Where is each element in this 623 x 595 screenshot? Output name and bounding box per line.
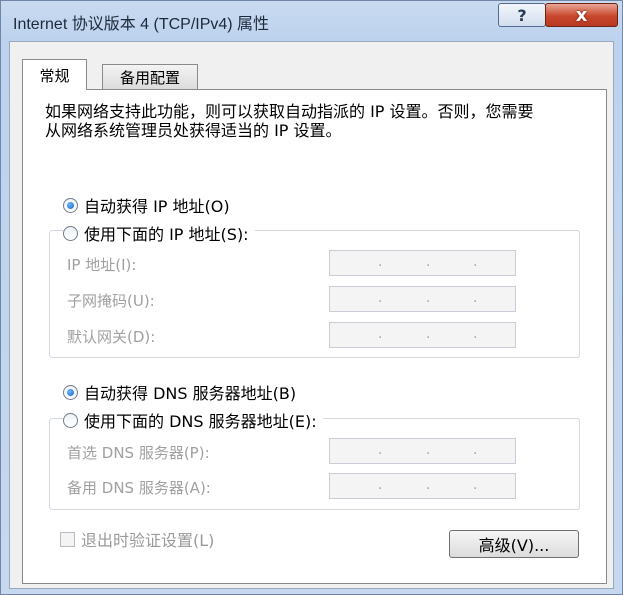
radio-manual-ip-circle[interactable]	[63, 225, 78, 241]
title-bar[interactable]: Internet 协议版本 4 (TCP/IPv4) 属性 ? x	[1, 1, 622, 41]
tab-general-label: 常规	[39, 66, 70, 85]
radio-selected-dot	[67, 388, 74, 396]
radio-auto-ip-circle[interactable]	[63, 197, 78, 213]
close-icon: x	[575, 4, 588, 26]
dialog-window: Internet 协议版本 4 (TCP/IPv4) 属性 ? x 常规 备用配…	[0, 0, 623, 595]
preferred-dns-label: 首选 DNS 服务器(P):	[67, 444, 210, 462]
close-button[interactable]: x	[545, 3, 618, 27]
tab-panel-general: 如果网络支持此功能，则可以获取自动指派的 IP 设置。否则，您需要从网络系统管理…	[22, 89, 607, 584]
default-gateway-input[interactable]: ...	[329, 322, 516, 348]
radio-auto-ip-label: 自动获得 IP 地址(O)	[84, 197, 230, 216]
tab-alternate-label: 备用配置	[119, 68, 180, 87]
subnet-mask-label: 子网掩码(U):	[67, 292, 155, 310]
description-text: 如果网络支持此功能，则可以获取自动指派的 IP 设置。否则，您需要从网络系统管理…	[45, 102, 534, 140]
radio-auto-dns-label: 自动获得 DNS 服务器地址(B)	[84, 384, 297, 403]
subnet-mask-input[interactable]: ...	[329, 286, 516, 312]
alternate-dns-label: 备用 DNS 服务器(A):	[67, 479, 211, 497]
radio-manual-ip[interactable]: 使用下面的 IP 地址(S):	[63, 221, 255, 245]
tab-alternate-configuration[interactable]: 备用配置	[102, 64, 198, 89]
help-icon: ?	[517, 5, 527, 25]
advanced-button-label: 高级(V)...	[478, 536, 550, 555]
validate-on-exit-label: 退出时验证设置(L)	[81, 531, 215, 550]
radio-manual-dns-circle[interactable]	[63, 412, 78, 428]
help-button[interactable]: ?	[498, 3, 546, 27]
validate-on-exit-checkbox[interactable]: 退出时验证设置(L)	[60, 527, 214, 551]
radio-manual-dns[interactable]: 使用下面的 DNS 服务器地址(E):	[63, 408, 323, 432]
advanced-button[interactable]: 高级(V)...	[449, 530, 579, 558]
radio-selected-dot	[67, 201, 74, 209]
alternate-dns-input[interactable]: ...	[329, 473, 516, 499]
radio-manual-dns-label: 使用下面的 DNS 服务器地址(E):	[84, 412, 317, 431]
dialog-client-area: 常规 备用配置 如果网络支持此功能，则可以获取自动指派的 IP 设置。否则，您需…	[9, 41, 614, 589]
preferred-dns-input[interactable]: ...	[329, 438, 516, 464]
radio-auto-dns-circle[interactable]	[63, 384, 78, 400]
window-title: Internet 协议版本 4 (TCP/IPv4) 属性	[13, 16, 270, 33]
radio-auto-ip[interactable]: 自动获得 IP 地址(O)	[63, 193, 236, 217]
radio-auto-dns[interactable]: 自动获得 DNS 服务器地址(B)	[63, 380, 303, 404]
checkbox-box[interactable]	[60, 531, 75, 547]
ip-address-input[interactable]: ...	[329, 250, 516, 276]
tab-general[interactable]: 常规	[22, 59, 87, 90]
default-gateway-label: 默认网关(D):	[67, 328, 156, 346]
radio-manual-ip-label: 使用下面的 IP 地址(S):	[84, 225, 249, 244]
ip-address-label: IP 地址(I):	[67, 256, 137, 274]
